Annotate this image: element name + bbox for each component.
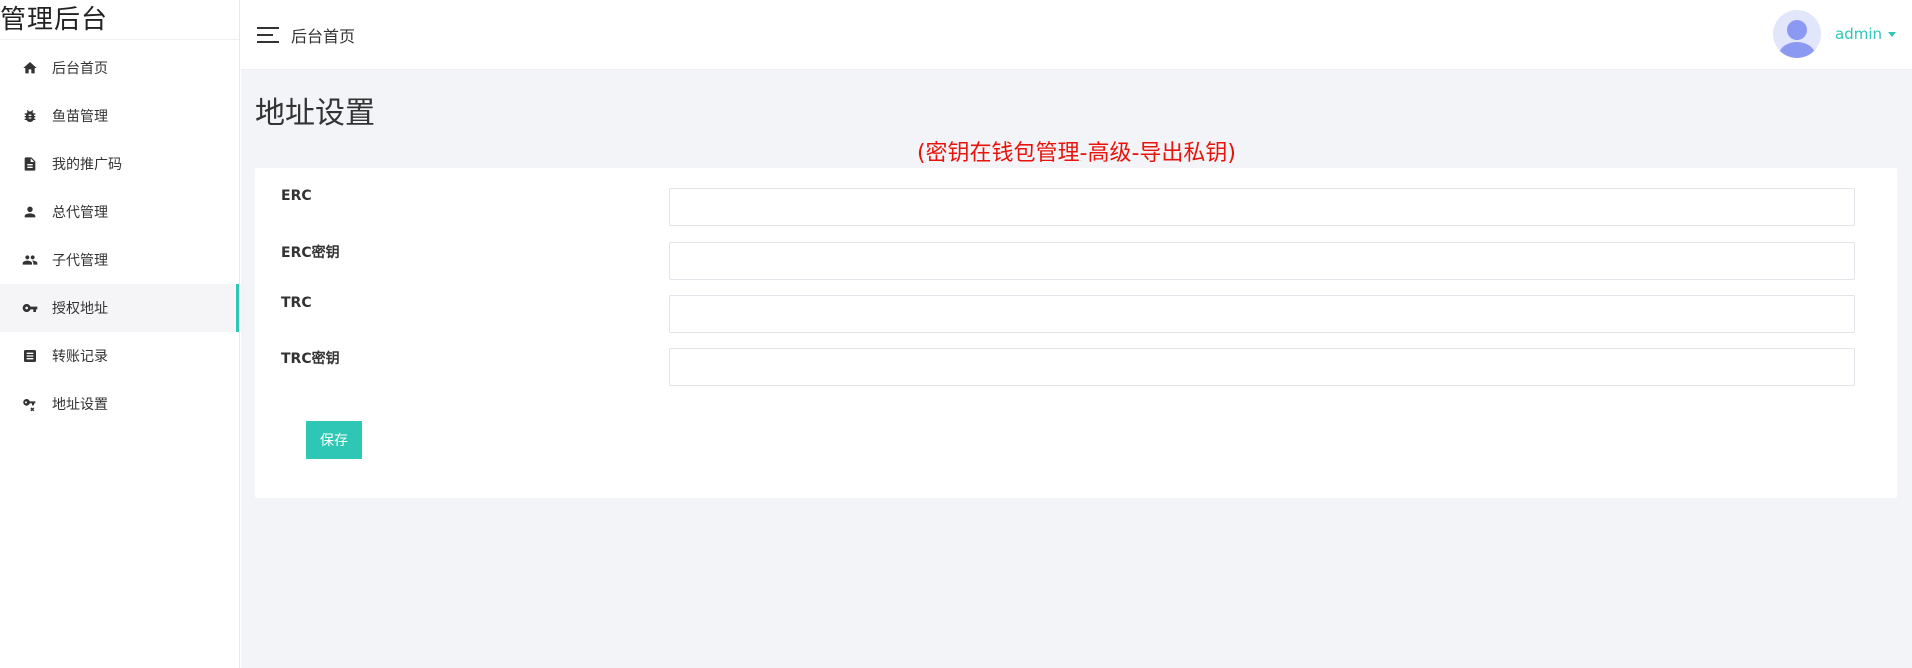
sidebar-item-sub-agent[interactable]: 子代管理 xyxy=(0,236,239,284)
page-title: 地址设置 xyxy=(255,96,375,131)
form-row-trc-key: TRC密钥 xyxy=(255,348,1897,386)
sidebar-item-label: 地址设置 xyxy=(52,397,108,413)
erc-label: ERC xyxy=(281,188,312,204)
bug-icon xyxy=(22,108,38,124)
erc-key-label: ERC密钥 xyxy=(281,245,340,261)
sidebar-item-address-settings[interactable]: 地址设置 xyxy=(0,380,239,428)
main-area: 后台首页 admin 地址设置 (密钥在钱包管理-高级-导出私钥) ERC ER… xyxy=(241,0,1912,668)
sidebar-item-auth-address[interactable]: 授权地址 xyxy=(0,284,239,332)
sidebar-item-label: 鱼苗管理 xyxy=(52,109,108,125)
trc-label: TRC xyxy=(281,295,312,311)
sidebar-item-promo-code[interactable]: 我的推广码 xyxy=(0,140,239,188)
form-row-trc: TRC xyxy=(255,295,1897,333)
sidebar-item-label: 授权地址 xyxy=(52,301,108,317)
form-row-erc: ERC xyxy=(255,188,1897,226)
brand-title: 管理后台 xyxy=(0,0,239,40)
breadcrumb[interactable]: 后台首页 xyxy=(291,23,355,47)
menu-toggle-icon[interactable] xyxy=(257,26,279,43)
sidebar-item-fry[interactable]: 鱼苗管理 xyxy=(0,92,239,140)
key-icon xyxy=(22,300,38,316)
sidebar-item-label: 转账记录 xyxy=(52,349,108,365)
address-settings-form: ERC ERC密钥 TRC TRC密钥 保存 xyxy=(255,168,1897,498)
trc-key-label: TRC密钥 xyxy=(281,351,340,367)
sidebar-item-label: 后台首页 xyxy=(52,61,108,77)
trc-input[interactable] xyxy=(669,295,1855,333)
caret-down-icon[interactable] xyxy=(1888,31,1896,37)
key-settings-icon xyxy=(22,396,38,412)
sidebar-item-home[interactable]: 后台首页 xyxy=(0,44,239,92)
user-menu[interactable]: admin xyxy=(1773,10,1896,58)
sidebar-menu: 后台首页 鱼苗管理 我的推广码 总代管理 子代管理 授权地址 转账记录 地址设置 xyxy=(0,44,239,428)
sidebar-item-general-agent[interactable]: 总代管理 xyxy=(0,188,239,236)
erc-key-input[interactable] xyxy=(669,242,1855,280)
form-row-erc-key: ERC密钥 xyxy=(255,242,1897,280)
sidebar: 管理后台 后台首页 鱼苗管理 我的推广码 总代管理 子代管理 授权地址 转账记录 xyxy=(0,0,240,668)
sidebar-item-label: 总代管理 xyxy=(52,205,108,221)
erc-input[interactable] xyxy=(669,188,1855,226)
home-icon xyxy=(22,60,38,76)
sidebar-item-label: 子代管理 xyxy=(52,253,108,269)
private-key-notice: (密钥在钱包管理-高级-导出私钥) xyxy=(916,141,1237,166)
sidebar-item-label: 我的推广码 xyxy=(52,157,122,173)
topbar: 后台首页 admin xyxy=(241,0,1912,70)
document-icon xyxy=(22,156,38,172)
user-name[interactable]: admin xyxy=(1835,25,1882,43)
save-button[interactable]: 保存 xyxy=(306,421,362,459)
avatar[interactable] xyxy=(1773,10,1821,58)
person-icon xyxy=(22,204,38,220)
trc-key-input[interactable] xyxy=(669,348,1855,386)
people-icon xyxy=(22,252,38,268)
receipt-icon xyxy=(22,348,38,364)
sidebar-item-transfer-records[interactable]: 转账记录 xyxy=(0,332,239,380)
